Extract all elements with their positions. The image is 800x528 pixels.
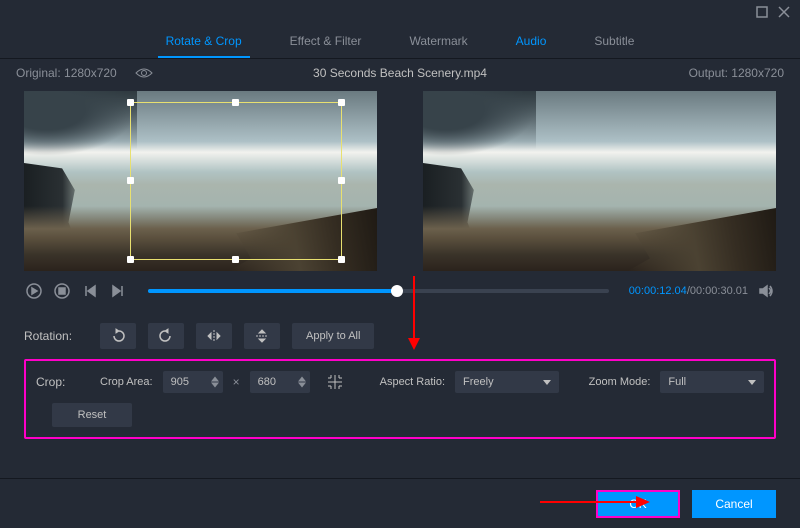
timeline-slider[interactable] — [148, 289, 609, 293]
chevron-down-icon — [543, 380, 551, 385]
prev-frame-button[interactable] — [80, 281, 100, 301]
source-preview[interactable] — [24, 91, 377, 271]
crop-label: Crop: — [36, 375, 90, 389]
next-frame-button[interactable] — [108, 281, 128, 301]
crop-box[interactable] — [130, 102, 342, 260]
stop-button[interactable] — [52, 281, 72, 301]
original-resolution-label: Original: 1280x720 — [16, 66, 117, 80]
x-separator: × — [233, 375, 240, 389]
crop-panel: Crop: Crop Area: × Aspect Ratio: Freely … — [24, 359, 776, 439]
crop-handle-br[interactable] — [338, 256, 345, 263]
crop-handle-tl[interactable] — [127, 99, 134, 106]
volume-icon[interactable] — [756, 281, 776, 301]
timeline-thumb[interactable] — [391, 285, 403, 297]
center-crop-button[interactable] — [320, 371, 350, 393]
ok-button[interactable]: OK — [596, 490, 680, 518]
apply-to-all-button[interactable]: Apply to All — [292, 323, 374, 349]
reset-button[interactable]: Reset — [52, 403, 132, 427]
rotate-left-button[interactable] — [100, 323, 136, 349]
crop-handle-mr[interactable] — [338, 177, 345, 184]
crop-area-label: Crop Area: — [100, 376, 153, 388]
zoom-mode-label: Zoom Mode: — [589, 376, 651, 388]
close-button[interactable] — [776, 4, 792, 20]
chevron-down-icon — [748, 380, 756, 385]
crop-width-down[interactable] — [211, 382, 219, 388]
flip-horizontal-button[interactable] — [196, 323, 232, 349]
crop-width-field[interactable] — [171, 376, 205, 388]
tab-bar: Rotate & Crop Effect & Filter Watermark … — [0, 24, 800, 54]
flip-vertical-button[interactable] — [244, 323, 280, 349]
tab-watermark[interactable]: Watermark — [407, 28, 469, 54]
crop-handle-tc[interactable] — [232, 99, 239, 106]
tab-rotate-crop[interactable]: Rotate & Crop — [164, 28, 244, 54]
output-preview — [423, 91, 776, 271]
zoom-mode-value: Full — [668, 376, 686, 388]
aspect-ratio-dropdown[interactable]: Freely — [455, 371, 559, 393]
tab-effect-filter[interactable]: Effect & Filter — [288, 28, 364, 54]
crop-handle-bc[interactable] — [232, 256, 239, 263]
play-button[interactable] — [24, 281, 44, 301]
crop-height-field[interactable] — [258, 376, 292, 388]
crop-handle-ml[interactable] — [127, 177, 134, 184]
crop-width-input[interactable] — [163, 371, 223, 393]
rotate-right-button[interactable] — [148, 323, 184, 349]
aspect-ratio-label: Aspect Ratio: — [380, 376, 445, 388]
aspect-ratio-value: Freely — [463, 376, 494, 388]
crop-height-down[interactable] — [298, 382, 306, 388]
zoom-mode-dropdown[interactable]: Full — [660, 371, 764, 393]
preview-visibility-icon[interactable] — [131, 65, 157, 81]
cancel-button[interactable]: Cancel — [692, 490, 776, 518]
maximize-button[interactable] — [754, 4, 770, 20]
time-display: 00:00:12.04/00:00:30.01 — [629, 285, 748, 297]
output-resolution-label: Output: 1280x720 — [689, 66, 784, 80]
tab-audio[interactable]: Audio — [514, 28, 549, 54]
crop-height-input[interactable] — [250, 371, 310, 393]
crop-handle-bl[interactable] — [127, 256, 134, 263]
crop-handle-tr[interactable] — [338, 99, 345, 106]
tab-subtitle[interactable]: Subtitle — [592, 28, 636, 54]
rotation-label: Rotation: — [24, 329, 88, 343]
